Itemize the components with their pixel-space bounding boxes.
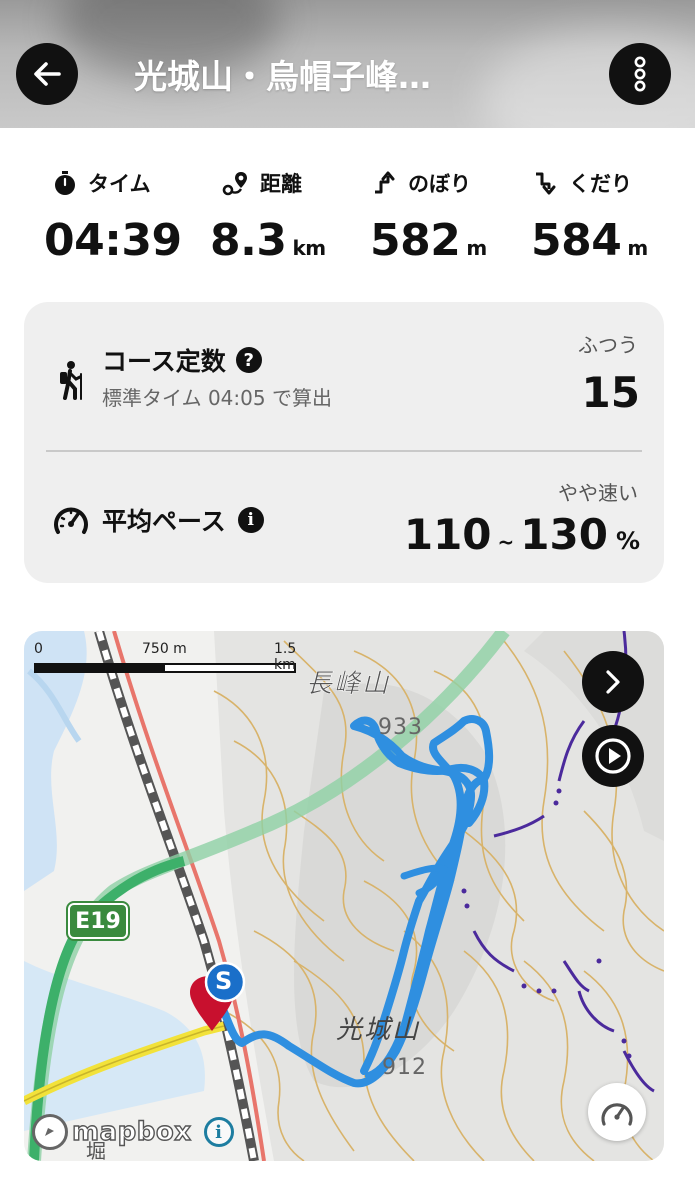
scale-tick-750m: 750 m xyxy=(142,641,187,657)
ascent-icon xyxy=(375,171,395,194)
start-marker-label: S xyxy=(215,967,233,995)
stat-distance-unit: km xyxy=(292,236,326,260)
map-next-button[interactable] xyxy=(582,651,644,713)
mapbox-wordmark: mapbox xyxy=(71,1116,192,1147)
page-title: 光城山・烏帽子峰… xyxy=(134,57,431,96)
more-vertical-icon xyxy=(634,56,646,92)
road-shield-e19: E19 xyxy=(68,903,128,939)
course-constant-value: 15 xyxy=(581,368,640,417)
speedometer-icon xyxy=(601,1103,633,1126)
stat-ascent: のぼり 582 m xyxy=(370,165,542,266)
pace-tilde: ~ xyxy=(497,530,515,554)
course-constant-title: コース定数 xyxy=(102,347,226,376)
pace-level-label: やや速い xyxy=(558,481,638,505)
average-pace-row[interactable]: 平均ペース i やや速い 110 ~130% xyxy=(24,452,664,583)
scale-tick-0: 0 xyxy=(34,641,43,657)
course-difficulty-label: ふつう xyxy=(578,333,638,357)
peak-label-nagamine: 長峰山 xyxy=(306,669,391,700)
pace-unit: % xyxy=(615,527,640,555)
stopwatch-icon xyxy=(55,171,75,195)
pace-min: 110 xyxy=(403,510,492,559)
hiker-icon xyxy=(60,361,82,400)
average-pace-title: 平均ペース xyxy=(102,507,226,536)
route-map[interactable]: S 長峰山 933 光城山 912 E19 堀 0 750 m 1.5 km m… xyxy=(24,631,664,1161)
route-pin-icon xyxy=(222,172,247,196)
stat-descent-label: くだり xyxy=(569,172,632,196)
stat-time-label: タイム xyxy=(88,172,151,196)
stat-time: タイム 04:39 xyxy=(44,165,222,266)
stat-ascent-label: のぼり xyxy=(408,172,471,196)
more-options-button[interactable] xyxy=(609,43,671,105)
stat-distance-label: 距離 xyxy=(260,172,302,196)
stat-time-value: 04:39 xyxy=(44,215,182,266)
stat-descent-unit: m xyxy=(627,236,648,260)
stat-descent: くだり 584 m xyxy=(531,165,695,266)
road-shield-label: E19 xyxy=(75,908,121,934)
pace-range-value: 110 ~130% xyxy=(404,510,640,559)
mapbox-attribution: mapbox i xyxy=(32,1114,234,1150)
speedometer-icon xyxy=(54,507,88,534)
course-summary-card: コース定数 ? 標準タイム 04:05 で算出 ふつう 15 平均ペース i や… xyxy=(24,302,664,583)
play-circle-icon xyxy=(595,738,631,774)
stat-distance-value: 8.3 xyxy=(210,215,287,266)
stat-ascent-value: 582 xyxy=(370,215,461,266)
descent-icon xyxy=(536,172,556,195)
scale-tick-1-5km: 1.5 km xyxy=(274,641,297,673)
elevation-label-933: 933 xyxy=(378,715,423,740)
chevron-right-icon xyxy=(606,670,620,694)
peak-label-hikarijo: 光城山 xyxy=(336,1015,421,1045)
elevation-label-912: 912 xyxy=(382,1055,427,1080)
header-bar: 光城山・烏帽子峰… xyxy=(0,0,695,128)
arrow-left-icon xyxy=(34,62,61,86)
attribution-info-icon[interactable]: i xyxy=(203,1117,234,1147)
map-terrain xyxy=(24,631,664,1161)
stat-descent-value: 584 xyxy=(531,215,622,266)
standard-time-note: 標準タイム 04:05 で算出 xyxy=(102,386,332,410)
stat-distance: 距離 8.3 km xyxy=(210,165,392,266)
info-icon[interactable]: i xyxy=(237,507,264,533)
map-replay-button[interactable] xyxy=(582,725,644,787)
map-scale-bar: 0 750 m 1.5 km xyxy=(34,641,296,673)
activity-stats: タイム 04:39 距離 8.3 km のぼり 582 m くだり 584 m xyxy=(0,165,695,275)
pace-max: 130 xyxy=(520,510,608,559)
help-icon[interactable]: ? xyxy=(235,347,262,373)
map-pace-button[interactable] xyxy=(588,1083,646,1141)
back-button[interactable] xyxy=(16,43,78,105)
stat-ascent-unit: m xyxy=(466,236,487,260)
mapbox-logo-icon xyxy=(32,1114,68,1150)
course-constant-row[interactable]: コース定数 ? 標準タイム 04:05 で算出 ふつう 15 xyxy=(24,302,664,452)
